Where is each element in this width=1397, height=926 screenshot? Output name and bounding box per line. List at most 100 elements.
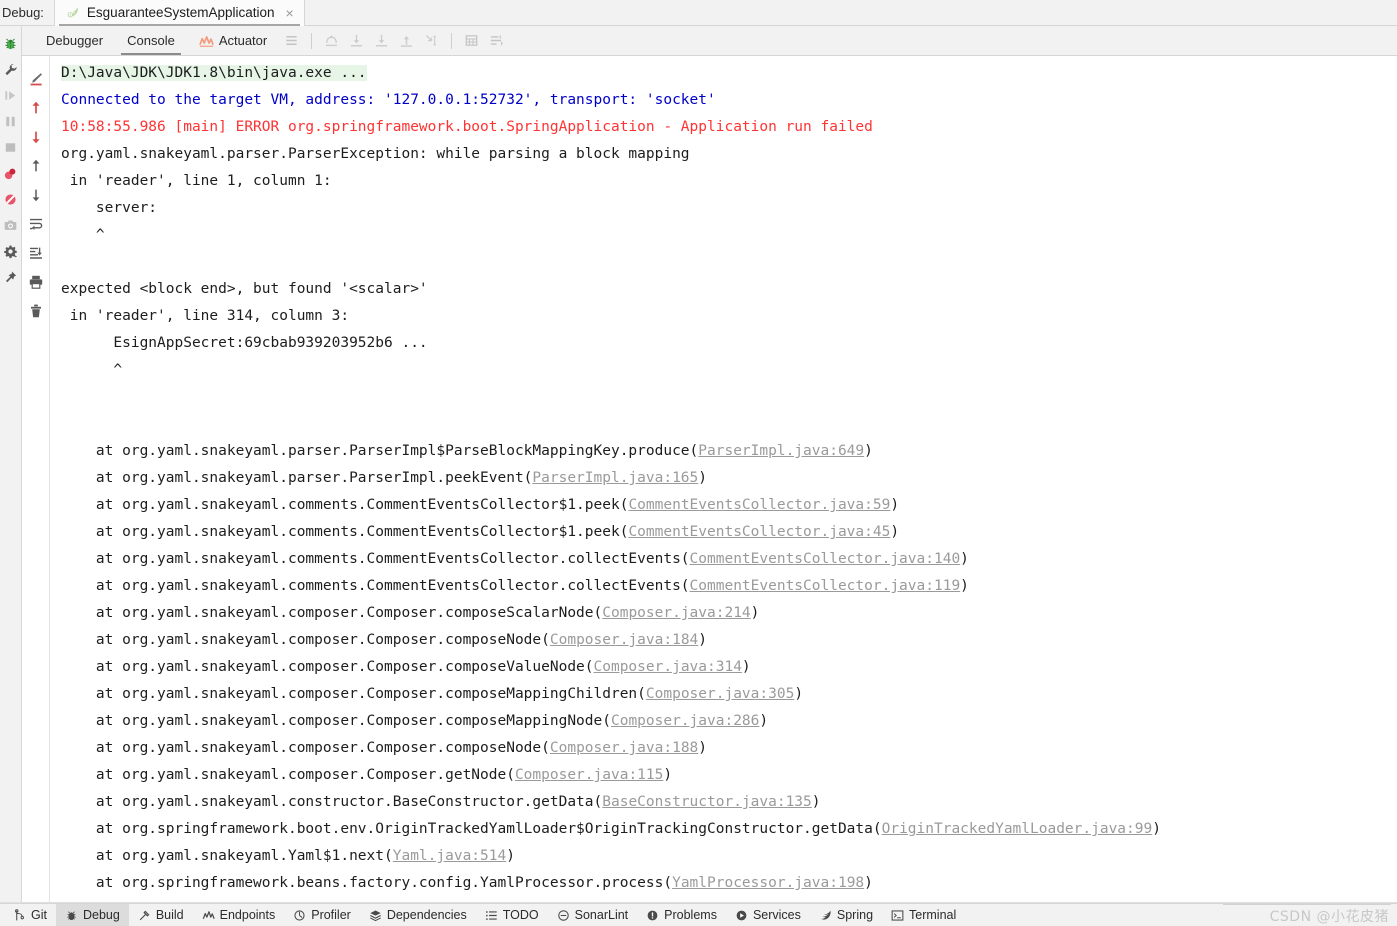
stack-frame-text: at org.yaml.snakeyaml.constructor.BaseCo… [61, 794, 603, 810]
stack-frame-link[interactable]: ParserImpl.java:165 [532, 470, 698, 486]
sidebar-item-dependencies-label: Dependencies [386, 908, 467, 922]
highlight-pen-icon[interactable] [25, 64, 47, 93]
tool-window-bar: Git Debug Build Endpoints Profiler Depen… [0, 903, 1397, 926]
tab-actuator-label: Actuator [218, 33, 268, 48]
services-play-icon [735, 909, 748, 922]
console-line-text: EsignAppSecret:69cbab939203952b6 ... [61, 335, 428, 351]
stack-frame-text: at org.yaml.snakeyaml.composer.Composer.… [61, 605, 603, 621]
sidebar-item-terminal-label: Terminal [909, 908, 957, 922]
sidebar-item-dependencies[interactable]: Dependencies [360, 904, 476, 926]
up-arrow-icon[interactable] [25, 151, 47, 180]
profiler-icon [293, 909, 306, 922]
stack-frame-link[interactable]: Composer.java:286 [611, 713, 759, 729]
stack-frame-link[interactable]: CommentEventsCollector.java:59 [628, 497, 890, 513]
stack-frame-suffix: ) [506, 848, 515, 864]
tab-console[interactable]: Console [115, 26, 187, 55]
camera-icon[interactable] [1, 212, 21, 238]
toolbar-separator-2 [451, 32, 453, 49]
soft-wrap-icon[interactable] [25, 209, 47, 238]
stack-frame-text: at org.yaml.snakeyaml.composer.Composer.… [61, 686, 646, 702]
sidebar-item-spring[interactable]: Spring [810, 904, 882, 926]
down-arrow-icon[interactable] [25, 180, 47, 209]
stack-frame-link[interactable]: Composer.java:188 [550, 740, 698, 756]
tab-debugger-label: Debugger [46, 33, 104, 48]
stack-frame-link[interactable]: OriginTrackedYamlLoader.java:99 [882, 821, 1153, 837]
console-line-text: org.yaml.snakeyaml.parser.ParserExceptio… [61, 146, 690, 162]
sidebar-item-build-label: Build [155, 908, 184, 922]
sidebar-item-debug[interactable]: Debug [55, 904, 129, 926]
stop-program-icon [1, 134, 21, 160]
tab-debugger[interactable]: Debugger [34, 26, 115, 55]
stack-frame-link[interactable]: Composer.java:115 [515, 767, 663, 783]
run-configuration-name: EsguaranteeSystemApplication [86, 5, 275, 20]
console-line-text: 10:58:55.986 [main] ERROR org.springfram… [61, 119, 873, 135]
mute-breakpoints-icon[interactable] [1, 186, 21, 212]
stack-frame-link[interactable]: CommentEventsCollector.java:119 [690, 578, 961, 594]
sidebar-item-spring-label: Spring [836, 908, 874, 922]
debug-bug-icon[interactable] [1, 30, 21, 56]
evaluate-expression-icon[interactable] [460, 29, 483, 52]
console-output[interactable]: D:\Java\JDK\JDK1.8\bin\java.exe ... Conne… [51, 56, 1397, 903]
sidebar-item-services[interactable]: Services [726, 904, 810, 926]
stack-frame-link[interactable]: Composer.java:314 [594, 659, 742, 675]
clear-all-icon[interactable] [25, 296, 47, 325]
sidebar-item-git-label: Git [31, 908, 47, 922]
settings-gear-icon[interactable] [1, 238, 21, 264]
pause-program-icon [1, 108, 21, 134]
layout-settings-icon[interactable] [280, 29, 303, 52]
next-occurrence-icon[interactable] [25, 122, 47, 151]
stack-frame-suffix: ) [698, 632, 708, 648]
previous-occurrence-icon[interactable] [25, 93, 47, 122]
stack-frame-link[interactable]: CommentEventsCollector.java:45 [628, 524, 890, 540]
print-icon[interactable] [25, 267, 47, 296]
stack-frame-suffix: ) [864, 443, 873, 459]
spring-leaf-icon [65, 5, 80, 20]
stack-frame-link[interactable]: Yaml.java:514 [393, 848, 507, 864]
console-line: at org.yaml.snakeyaml.Yaml$1.next(Yaml.j… [61, 843, 1397, 870]
stack-frame-link[interactable]: Composer.java:184 [550, 632, 698, 648]
sidebar-item-terminal[interactable]: Terminal [882, 904, 965, 926]
wrench-icon[interactable] [1, 56, 21, 82]
sidebar-item-build[interactable]: Build [129, 904, 193, 926]
stack-frame-link[interactable]: Composer.java:214 [602, 605, 750, 621]
console-line-text: expected <block end>, but found '<scalar… [61, 281, 428, 297]
sidebar-item-debug-label: Debug [82, 908, 120, 922]
tab-actuator[interactable]: Actuator [187, 26, 279, 55]
sidebar-item-problems[interactable]: Problems [637, 904, 726, 926]
stack-frame-link[interactable]: ParserImpl.java:649 [698, 443, 864, 459]
view-breakpoints-icon[interactable] [1, 160, 21, 186]
scroll-to-end-icon[interactable] [25, 238, 47, 267]
idea-debug-window: Debug: EsguaranteeSystemApplication × De… [0, 0, 1397, 926]
pin-icon[interactable] [1, 264, 21, 290]
console-line: server: [61, 195, 1397, 222]
stack-frame-link[interactable]: Composer.java:305 [646, 686, 794, 702]
git-branch-icon [13, 908, 26, 922]
console-line: at org.springframework.boot.env.OriginTr… [61, 816, 1397, 843]
sidebar-item-todo[interactable]: TODO [476, 904, 548, 926]
console-line: D:\Java\JDK\JDK1.8\bin\java.exe ... [61, 60, 1397, 87]
console-line: at org.yaml.snakeyaml.comments.CommentEv… [61, 492, 1397, 519]
console-line: at org.yaml.snakeyaml.composer.Composer.… [61, 762, 1397, 789]
stack-frame-suffix: ) [759, 713, 769, 729]
console-line: at org.yaml.snakeyaml.constructor.BaseCo… [61, 789, 1397, 816]
stack-frame-link[interactable]: YamlProcessor.java:198 [672, 875, 864, 891]
console-line: at org.yaml.snakeyaml.comments.CommentEv… [61, 573, 1397, 600]
stack-frame-link[interactable]: BaseConstructor.java:135 [602, 794, 812, 810]
sidebar-item-git[interactable]: Git [4, 904, 56, 926]
debug-label: Debug: [2, 5, 44, 20]
run-configuration-tab[interactable]: EsguaranteeSystemApplication × [53, 0, 305, 26]
sidebar-item-profiler[interactable]: Profiler [284, 904, 360, 926]
stack-frame-suffix: ) [960, 578, 969, 594]
sidebar-item-sonarlint[interactable]: SonarLint [548, 904, 638, 926]
console-line-text: in 'reader', line 1, column 1: [61, 173, 332, 189]
stack-frame-link[interactable]: CommentEventsCollector.java:140 [690, 551, 961, 567]
sidebar-item-sonarlint-label: SonarLint [574, 908, 629, 922]
step-over-icon [345, 29, 368, 52]
stack-frame-suffix: ) [698, 470, 708, 486]
settings-list-icon[interactable] [485, 29, 508, 52]
sidebar-item-endpoints[interactable]: Endpoints [193, 904, 285, 926]
close-icon[interactable]: × [284, 6, 296, 20]
stack-frame-suffix: ) [960, 551, 969, 567]
